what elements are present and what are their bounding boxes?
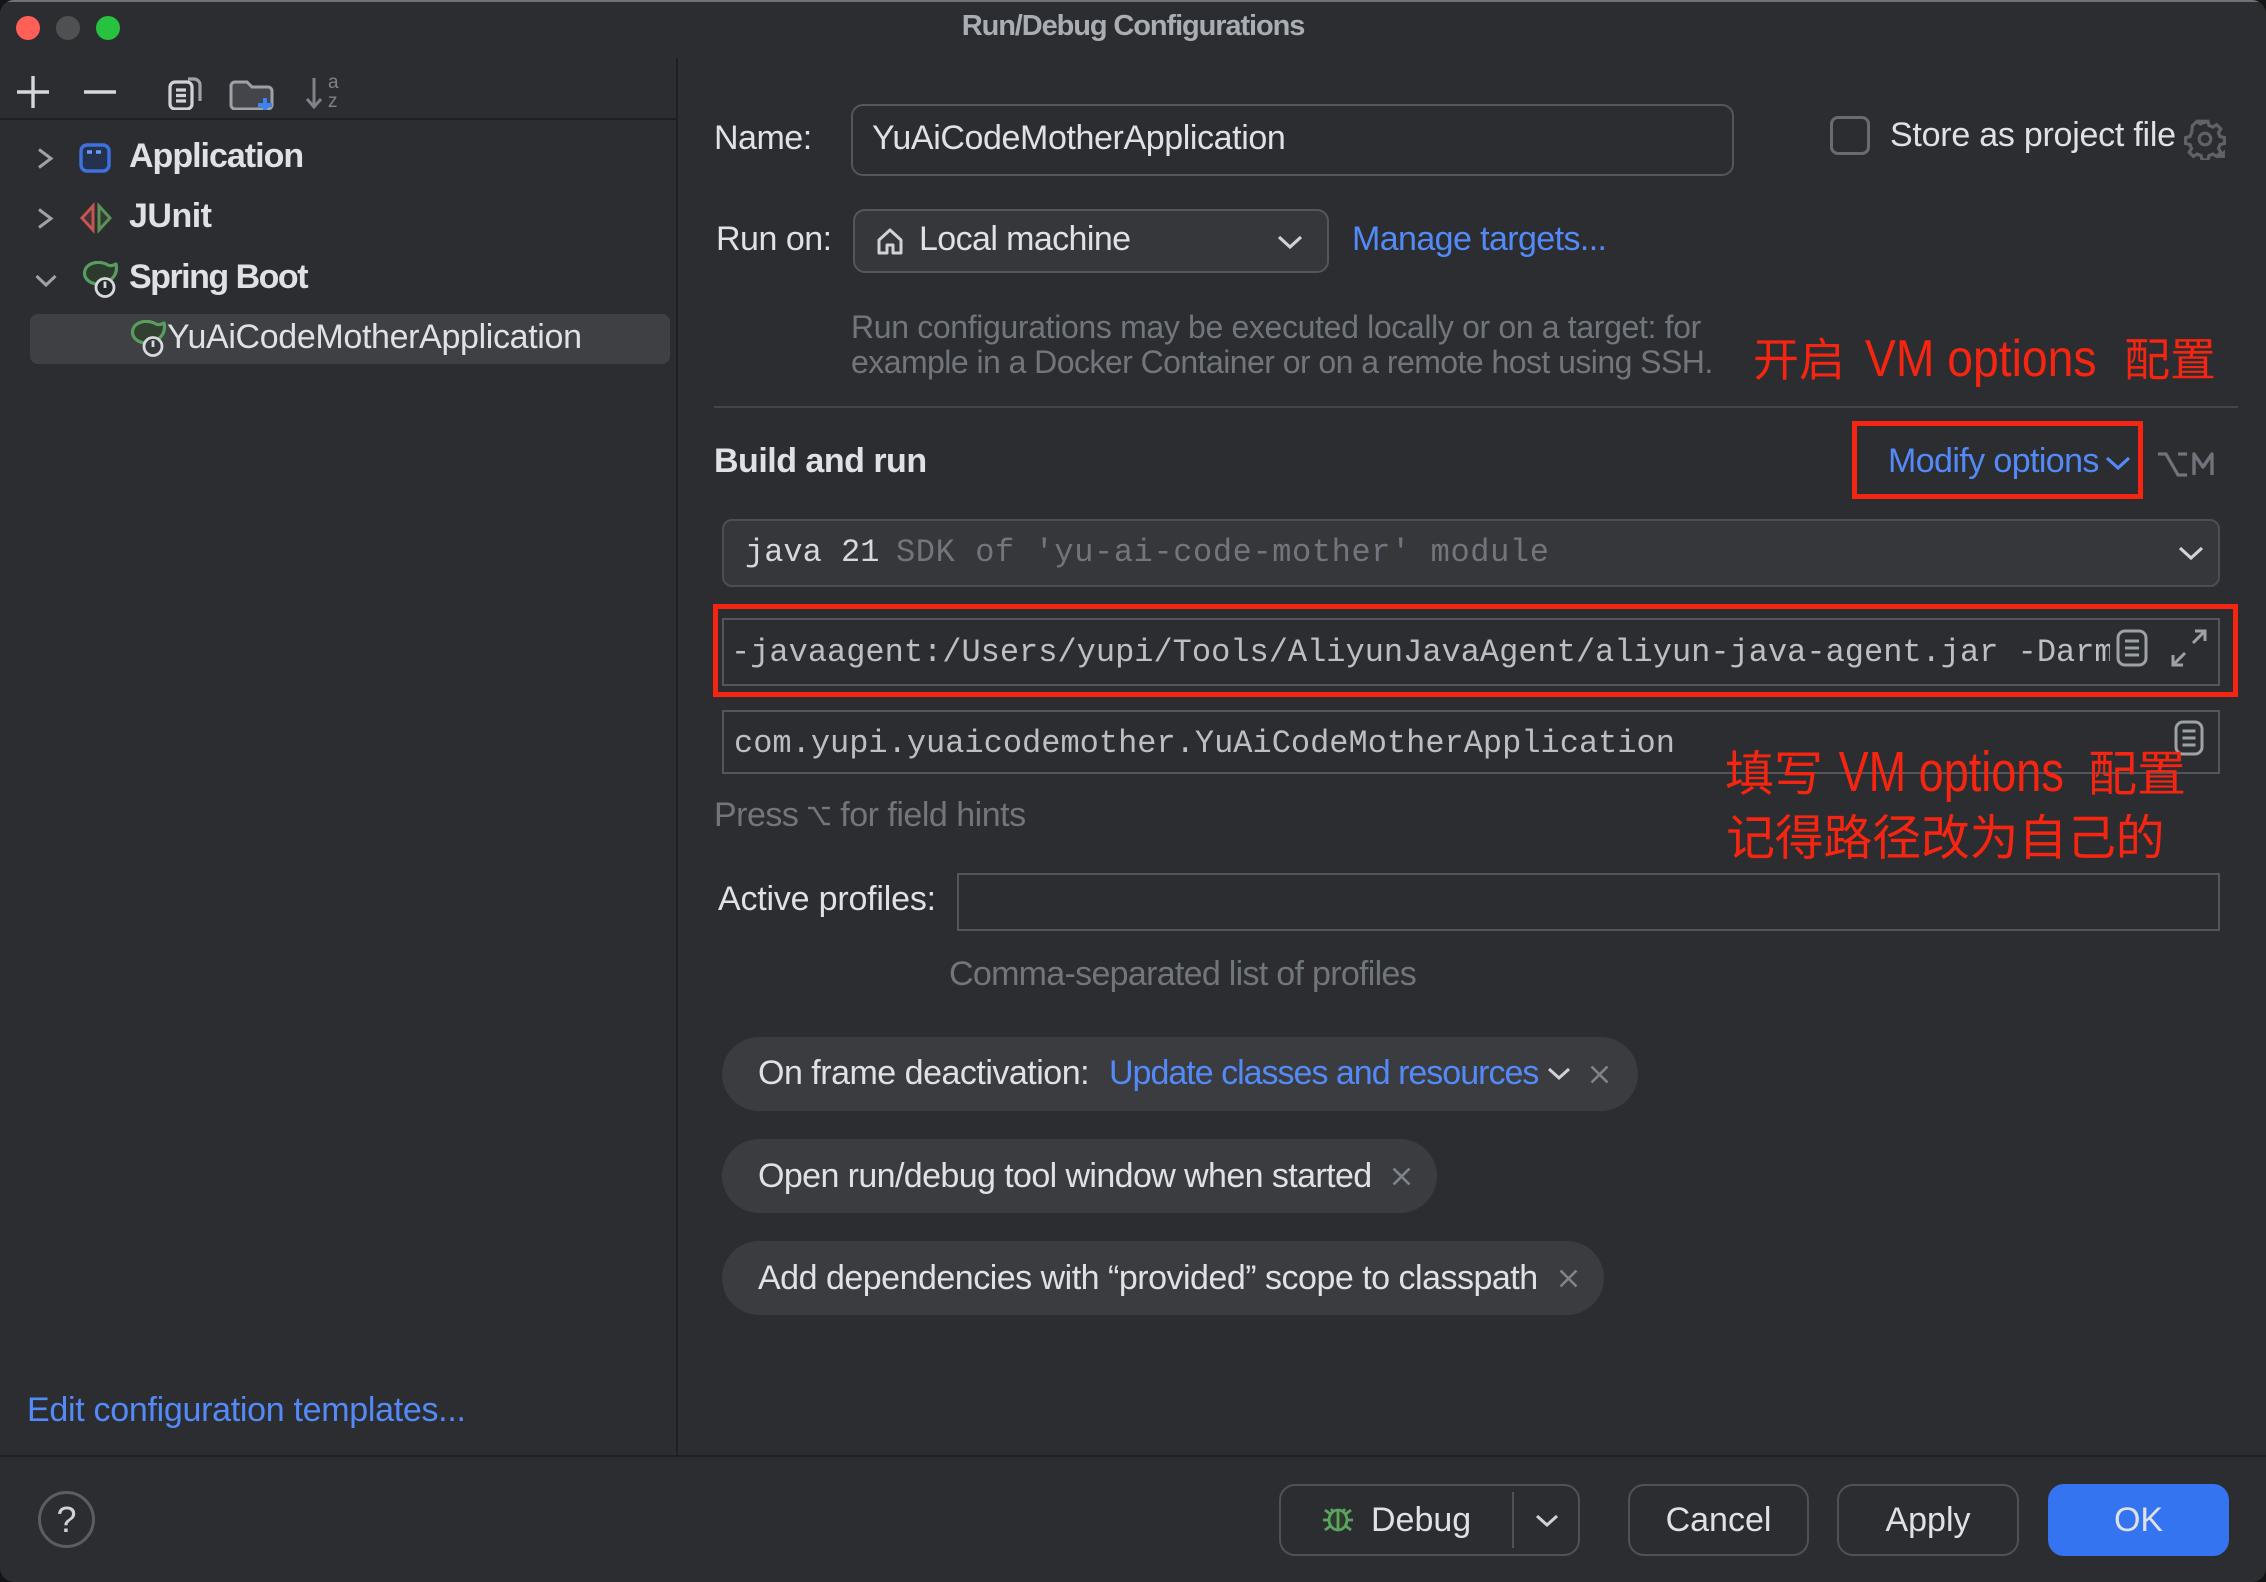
svg-text:VM options: VM options xyxy=(1865,330,2096,388)
svg-text:VM options: VM options xyxy=(1839,740,2064,802)
svg-text:z: z xyxy=(328,91,338,110)
